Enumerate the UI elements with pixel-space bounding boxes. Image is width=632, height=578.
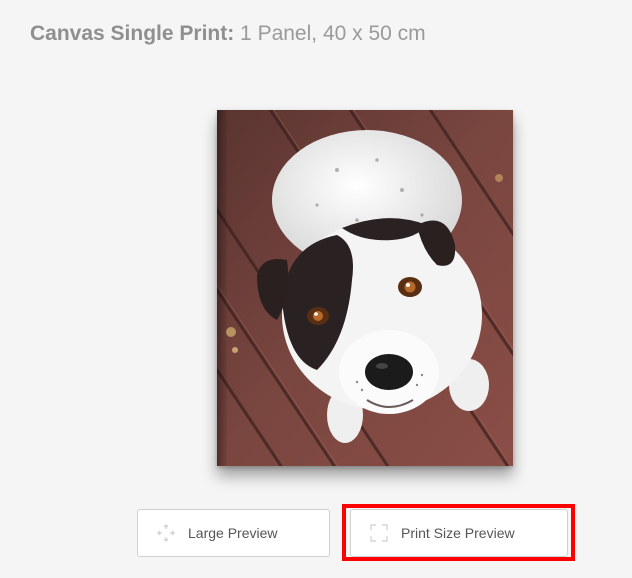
- frame-corners-icon: [369, 523, 389, 543]
- canvas-edge: [217, 110, 227, 466]
- large-preview-label: Large Preview: [188, 525, 278, 541]
- canvas-preview: [217, 110, 513, 466]
- dog-photo: [217, 110, 513, 466]
- expand-arrows-icon: [156, 523, 176, 543]
- large-preview-button[interactable]: Large Preview: [137, 509, 330, 557]
- print-size-preview-label: Print Size Preview: [401, 525, 515, 541]
- print-size-preview-button[interactable]: Print Size Preview: [350, 509, 568, 557]
- page-title: Canvas Single Print: 1 Panel, 40 x 50 cm: [30, 22, 426, 46]
- product-detail: 1 Panel, 40 x 50 cm: [234, 22, 426, 45]
- product-name: Canvas Single Print:: [30, 22, 235, 45]
